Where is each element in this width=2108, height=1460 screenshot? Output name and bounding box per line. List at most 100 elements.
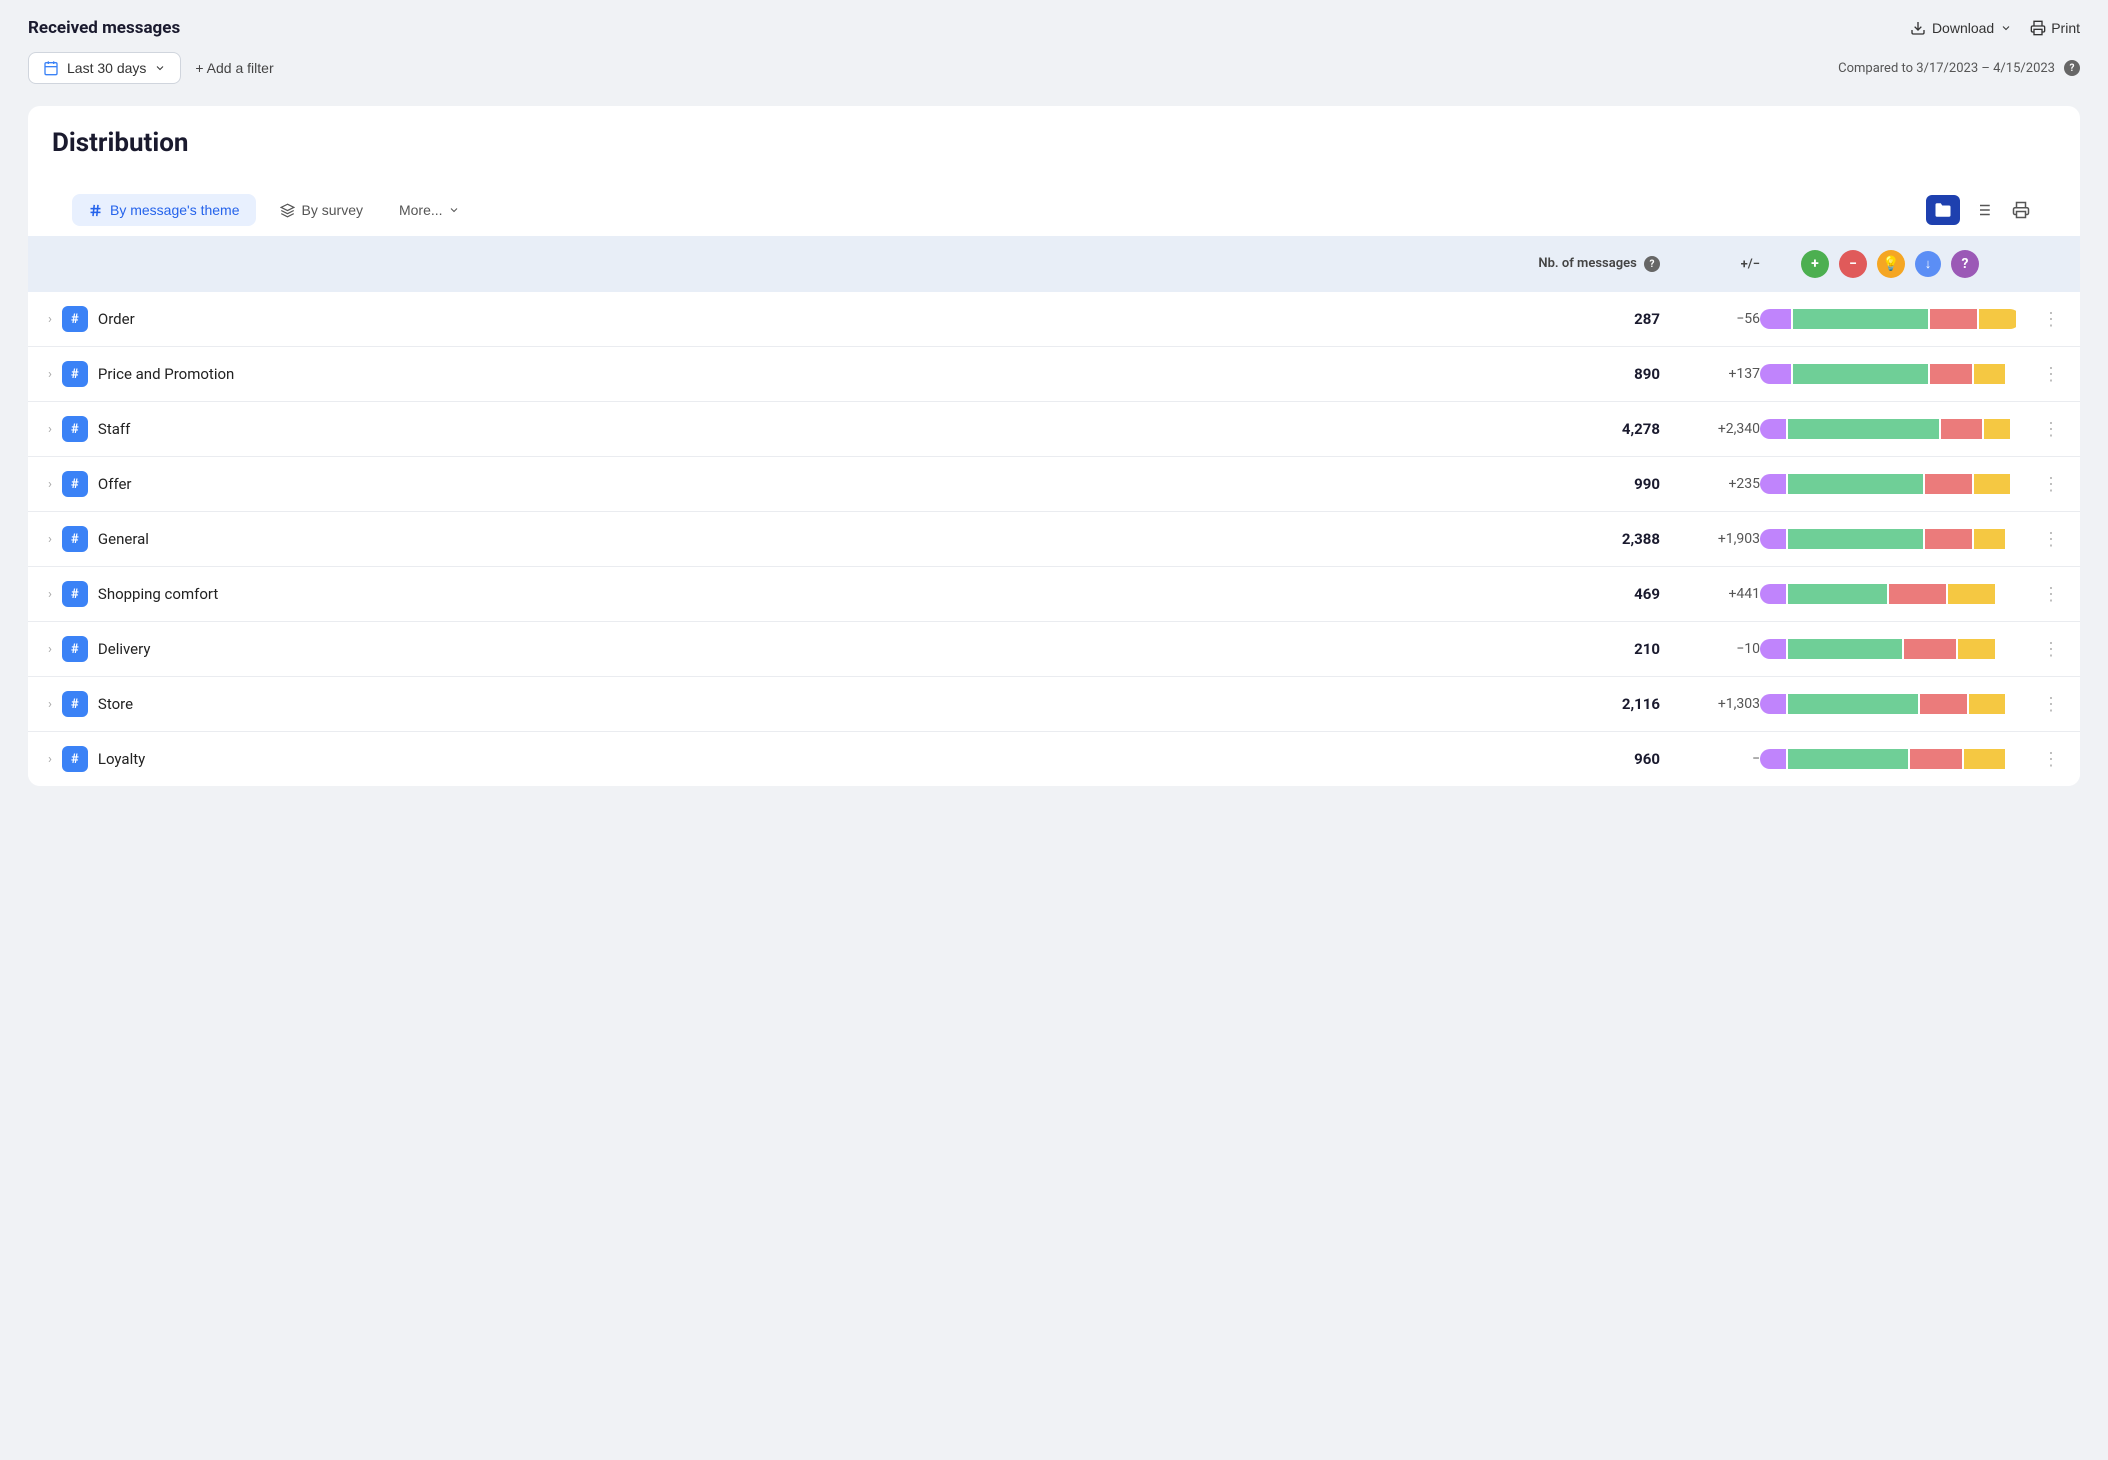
expand-icon[interactable]: ›	[48, 477, 52, 492]
bar-purple	[1760, 749, 1786, 769]
bar-red	[1925, 474, 1972, 494]
row-label-order: › # Order	[48, 306, 1500, 332]
row-name-order: Order	[98, 310, 135, 328]
row-label-staff: › # Staff	[48, 416, 1500, 442]
page-title: Received messages	[28, 18, 180, 38]
row-count-offer: 990	[1500, 475, 1660, 493]
print-icon	[2030, 20, 2046, 36]
tab-more-label: More...	[399, 202, 443, 218]
folder-icon	[1934, 201, 1952, 219]
row-diff-price: +137	[1660, 366, 1760, 382]
row-bar-price	[1760, 364, 2020, 384]
bar-yellow	[1979, 309, 2015, 329]
table-row: › # Price and Promotion 890 +137 ⋮	[28, 347, 2080, 402]
row-more-order[interactable]: ⋮	[2020, 309, 2060, 330]
table-row: › # Order 287 −56 ⋮	[28, 292, 2080, 347]
row-name-store: Store	[98, 695, 133, 713]
row-more-store[interactable]: ⋮	[2020, 694, 2060, 715]
add-filter-label: + Add a filter	[195, 60, 273, 76]
distribution-title: Distribution	[52, 128, 2056, 158]
expand-icon[interactable]: ›	[48, 697, 52, 712]
row-name-loyalty: Loyalty	[98, 750, 145, 768]
bar-green	[1793, 364, 1928, 384]
expand-icon[interactable]: ›	[48, 532, 52, 547]
row-more-shopping[interactable]: ⋮	[2020, 584, 2060, 605]
th-messages-help-icon: ?	[1644, 256, 1660, 272]
theme-icon-price: #	[62, 361, 88, 387]
expand-icon[interactable]: ›	[48, 312, 52, 327]
expand-icon[interactable]: ›	[48, 587, 52, 602]
help-icon: ?	[2064, 60, 2080, 76]
row-count-general: 2,388	[1500, 530, 1660, 548]
filter-bar-left: Last 30 days + Add a filter	[28, 52, 274, 84]
row-label-general: › # General	[48, 526, 1500, 552]
expand-icon[interactable]: ›	[48, 642, 52, 657]
bar-green	[1793, 309, 1928, 329]
bar-red	[1920, 694, 1967, 714]
row-count-loyalty: 960	[1500, 750, 1660, 768]
top-bar-actions: Download Print	[1910, 20, 2080, 36]
chevron-down-icon	[448, 204, 460, 216]
bar-green	[1788, 639, 1902, 659]
tab-by-survey[interactable]: By survey	[264, 194, 379, 226]
download-icon	[1910, 20, 1926, 36]
row-diff-order: −56	[1660, 311, 1760, 327]
date-range-button[interactable]: Last 30 days	[28, 52, 181, 84]
row-more-loyalty[interactable]: ⋮	[2020, 749, 2060, 770]
print-table-button[interactable]	[2006, 195, 2036, 225]
table-row: › # Staff 4,278 +2,340 ⋮	[28, 402, 2080, 457]
table-body: › # Order 287 −56 ⋮ › #	[28, 292, 2080, 786]
bar-red	[1889, 584, 1946, 604]
tab-by-message-theme[interactable]: By message's theme	[72, 194, 256, 226]
row-name-general: General	[98, 530, 149, 548]
bar-purple	[1760, 529, 1786, 549]
print-button[interactable]: Print	[2030, 20, 2080, 36]
print-label: Print	[2051, 20, 2080, 36]
row-more-price[interactable]: ⋮	[2020, 364, 2060, 385]
bar-yellow	[1984, 419, 2010, 439]
expand-icon[interactable]: ›	[48, 367, 52, 382]
row-diff-staff: +2,340	[1660, 421, 1760, 437]
row-name-offer: Offer	[98, 475, 132, 493]
bar-green	[1788, 694, 1918, 714]
theme-icon-offer: #	[62, 471, 88, 497]
row-count-order: 287	[1500, 310, 1660, 328]
distribution-tab-bar: By message's theme By survey More...	[52, 176, 2056, 226]
row-count-staff: 4,278	[1500, 420, 1660, 438]
bar-purple	[1760, 639, 1786, 659]
download-button[interactable]: Download	[1910, 20, 2012, 36]
list-view-button[interactable]	[1968, 195, 1998, 225]
bar-red	[1930, 364, 1972, 384]
row-count-shopping: 469	[1500, 585, 1660, 603]
row-more-delivery[interactable]: ⋮	[2020, 639, 2060, 660]
add-filter-button[interactable]: + Add a filter	[195, 60, 273, 76]
folder-view-button[interactable]	[1926, 195, 1960, 225]
negative-sentiment-icon: −	[1839, 250, 1867, 278]
theme-icon-store: #	[62, 691, 88, 717]
row-name-staff: Staff	[98, 420, 130, 438]
bar-green	[1788, 474, 1923, 494]
table-row: › # Shopping comfort 469 +441 ⋮	[28, 567, 2080, 622]
bar-yellow	[1948, 584, 1995, 604]
row-label-price: › # Price and Promotion	[48, 361, 1500, 387]
expand-icon[interactable]: ›	[48, 752, 52, 767]
expand-icon[interactable]: ›	[48, 422, 52, 437]
theme-icon-loyalty: #	[62, 746, 88, 772]
row-more-staff[interactable]: ⋮	[2020, 419, 2060, 440]
distribution-section: Distribution By message's theme By surve…	[28, 106, 2080, 786]
chevron-down-icon	[2000, 22, 2012, 34]
row-more-general[interactable]: ⋮	[2020, 529, 2060, 550]
row-diff-loyalty: −	[1660, 751, 1760, 767]
bar-yellow	[1969, 694, 2005, 714]
tab-by-message-theme-label: By message's theme	[110, 202, 240, 218]
tab-more-button[interactable]: More...	[387, 194, 472, 226]
row-more-offer[interactable]: ⋮	[2020, 474, 2060, 495]
table-row: › # Delivery 210 −10 ⋮	[28, 622, 2080, 677]
theme-icon-general: #	[62, 526, 88, 552]
theme-icon-shopping: #	[62, 581, 88, 607]
bar-red	[1925, 529, 1972, 549]
bar-purple	[1760, 474, 1786, 494]
bar-yellow	[1964, 749, 2006, 769]
download-sentiment-icon: ↓	[1915, 251, 1941, 277]
row-name-price: Price and Promotion	[98, 365, 234, 383]
